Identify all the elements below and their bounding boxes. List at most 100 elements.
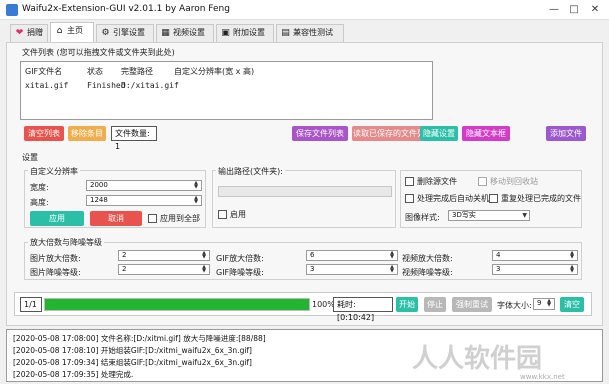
gif-scale-label: GIF放大倍数: (216, 254, 264, 263)
home-icon: ⌂ (56, 26, 63, 36)
log-line: [2020-05-08 17:08:10] 开始组装GIF:[D:/xitmi_… (13, 346, 252, 355)
width-value: 2000 (90, 181, 108, 189)
tab-additional-settings[interactable]: ▣ 附加设置 (216, 24, 274, 42)
gif-scale-spinner-icon[interactable]: ▲ ▼ (388, 251, 396, 260)
gif-denoise-spinner-icon[interactable]: ▲ ▼ (388, 265, 396, 274)
image-scale-spinner-icon[interactable]: ▲ ▼ (200, 251, 208, 260)
image-scale-input[interactable]: 2 ▲ ▼ (118, 250, 210, 261)
file-count: 文件数量: 1 (111, 126, 157, 151)
tab-label: 引擎设置 (113, 28, 145, 37)
watermark-url: www.kkx.net (520, 373, 565, 381)
log-line: [2020-05-08 17:09:35] 处理完成. (13, 370, 134, 379)
maximize-button[interactable]: □ (566, 3, 582, 17)
tab-compatibility-test[interactable]: ▤ 兼容性测试 (276, 24, 344, 42)
column-header-name[interactable]: GIF文件名 (25, 66, 62, 77)
shutdown-checkbox[interactable] (405, 194, 414, 203)
height-spinner-icon[interactable]: ▲ ▼ (192, 196, 200, 205)
file-name-cell[interactable]: xitai.gif (25, 81, 68, 90)
tab-label: 兼容性测试 (293, 28, 333, 37)
file-status-cell[interactable]: Finished (87, 81, 126, 90)
video-scale-value: 4 (496, 251, 501, 259)
progress-bar-fill (45, 299, 309, 310)
clear-list-button[interactable]: 清空列表 (24, 126, 64, 141)
addon-icon: ▣ (221, 28, 230, 38)
video-scale-input[interactable]: 4 ▲ ▼ (492, 250, 578, 261)
filelist-title: 文件列表 (您可以拖拽文件或文件夹到此处) (22, 48, 175, 57)
width-input[interactable]: 2000 ▲ ▼ (86, 180, 202, 191)
image-denoise-label: 图片降噪等级: (30, 268, 81, 277)
apply-all-checkbox[interactable] (148, 214, 157, 223)
tab-video-settings[interactable]: ▦ 视频设置 (156, 24, 214, 42)
image-denoise-input[interactable]: 2 ▲ ▼ (118, 264, 210, 275)
output-enable-checkbox[interactable] (218, 210, 227, 219)
video-denoise-value: 3 (496, 265, 501, 273)
height-label: 高度: (30, 198, 49, 207)
font-size-value: 9 (537, 299, 542, 307)
column-header-path[interactable]: 完整路径 (121, 66, 153, 77)
font-size-input[interactable]: 9 ▲ ▼ (533, 298, 555, 310)
remove-item-button[interactable]: 移除条目 (68, 126, 106, 141)
close-button[interactable]: ✕ (587, 3, 603, 17)
file-list-table[interactable]: GIF文件名 状态 完整路径 自定义分辨率(宽 x 高) xitai.gif F… (20, 61, 433, 120)
width-spinner-icon[interactable]: ▲ ▼ (192, 181, 200, 190)
tab-label: 捐赠 (27, 28, 43, 37)
heart-icon: ❤ (15, 28, 24, 38)
output-path-title: 输出路径(文件夹): (216, 166, 285, 177)
save-list-button[interactable]: 保存文件列表 (292, 126, 348, 141)
delete-original-checkbox[interactable] (405, 177, 414, 186)
gif-denoise-label: GIF降噪等级: (216, 268, 264, 277)
compat-icon: ▤ (281, 28, 290, 38)
height-input[interactable]: 1248 ▲ ▼ (86, 195, 202, 206)
font-size-spinner-icon[interactable]: ▲ ▼ (545, 299, 553, 308)
shutdown-label: 处理完成后自动关机 (417, 194, 489, 203)
apply-all-label: 应用到全部 (160, 214, 200, 223)
output-enable-label: 启用 (230, 210, 246, 219)
cancel-button[interactable]: 取消 (90, 211, 142, 226)
gif-scale-value: 6 (310, 251, 315, 259)
hide-settings-button[interactable]: 隐藏设置 (420, 126, 458, 141)
clapperboard-icon: ▦ (161, 28, 170, 38)
tab-label: 视频设置 (173, 28, 205, 37)
video-denoise-input[interactable]: 3 ▲ ▼ (492, 264, 578, 275)
image-style-select[interactable]: 3D写实 ▼ (448, 210, 530, 221)
force-retry-button[interactable]: 强制重试 (452, 297, 492, 312)
progress-percent: 100% (312, 300, 335, 309)
column-header-status[interactable]: 状态 (87, 66, 103, 77)
hide-textbox-button[interactable]: 隐藏文本框 (462, 126, 510, 141)
progress-bar (44, 298, 310, 311)
tab-donate[interactable]: ❤ 捐赠 (10, 24, 48, 42)
image-scale-label: 图片放大倍数: (30, 254, 81, 263)
video-denoise-label: 视频降噪等级: (402, 268, 453, 277)
gif-scale-input[interactable]: 6 ▲ ▼ (306, 250, 398, 261)
minimize-button[interactable]: — (546, 3, 562, 17)
start-button[interactable]: 开始 (396, 297, 418, 312)
custom-resolution-title: 自定义分辨率 (28, 166, 80, 177)
apply-button[interactable]: 应用 (30, 211, 84, 226)
add-files-button[interactable]: 添加文件 (546, 126, 586, 141)
height-value: 1248 (90, 196, 108, 204)
chevron-down-icon: ▼ (522, 212, 527, 219)
video-scale-spinner-icon[interactable]: ▲ ▼ (568, 251, 576, 260)
progress-counter: 1/1 (20, 297, 42, 312)
font-size-label: 字体大小: (497, 301, 532, 310)
image-denoise-value: 2 (122, 265, 127, 273)
log-line: [2020-05-08 17:09:34] 结束组装GIF:[D:/xitmi_… (13, 358, 252, 367)
stop-button[interactable]: 停止 (424, 297, 446, 312)
app-icon (6, 4, 18, 16)
column-header-resolution[interactable]: 自定义分辨率(宽 x 高) (174, 66, 254, 77)
reprocess-checkbox[interactable] (489, 194, 498, 203)
tab-engine-settings[interactable]: ⚙ 引擎设置 (96, 24, 154, 42)
delete-original-label: 删除源文件 (417, 177, 457, 186)
move-recycle-checkbox[interactable] (478, 177, 487, 186)
gif-denoise-value: 3 (310, 265, 315, 273)
width-label: 宽度: (30, 183, 49, 192)
file-path-cell[interactable]: D:/xitai.gif (121, 81, 179, 90)
clear-log-button[interactable]: 清空 (560, 297, 584, 312)
image-scale-value: 2 (122, 251, 127, 259)
gif-denoise-input[interactable]: 3 ▲ ▼ (306, 264, 398, 275)
engine-icon: ⚙ (101, 28, 110, 38)
tab-home[interactable]: ⌂ 主页 (50, 22, 94, 42)
output-path-input[interactable] (218, 186, 392, 197)
video-denoise-spinner-icon[interactable]: ▲ ▼ (568, 265, 576, 274)
image-denoise-spinner-icon[interactable]: ▲ ▼ (200, 265, 208, 274)
